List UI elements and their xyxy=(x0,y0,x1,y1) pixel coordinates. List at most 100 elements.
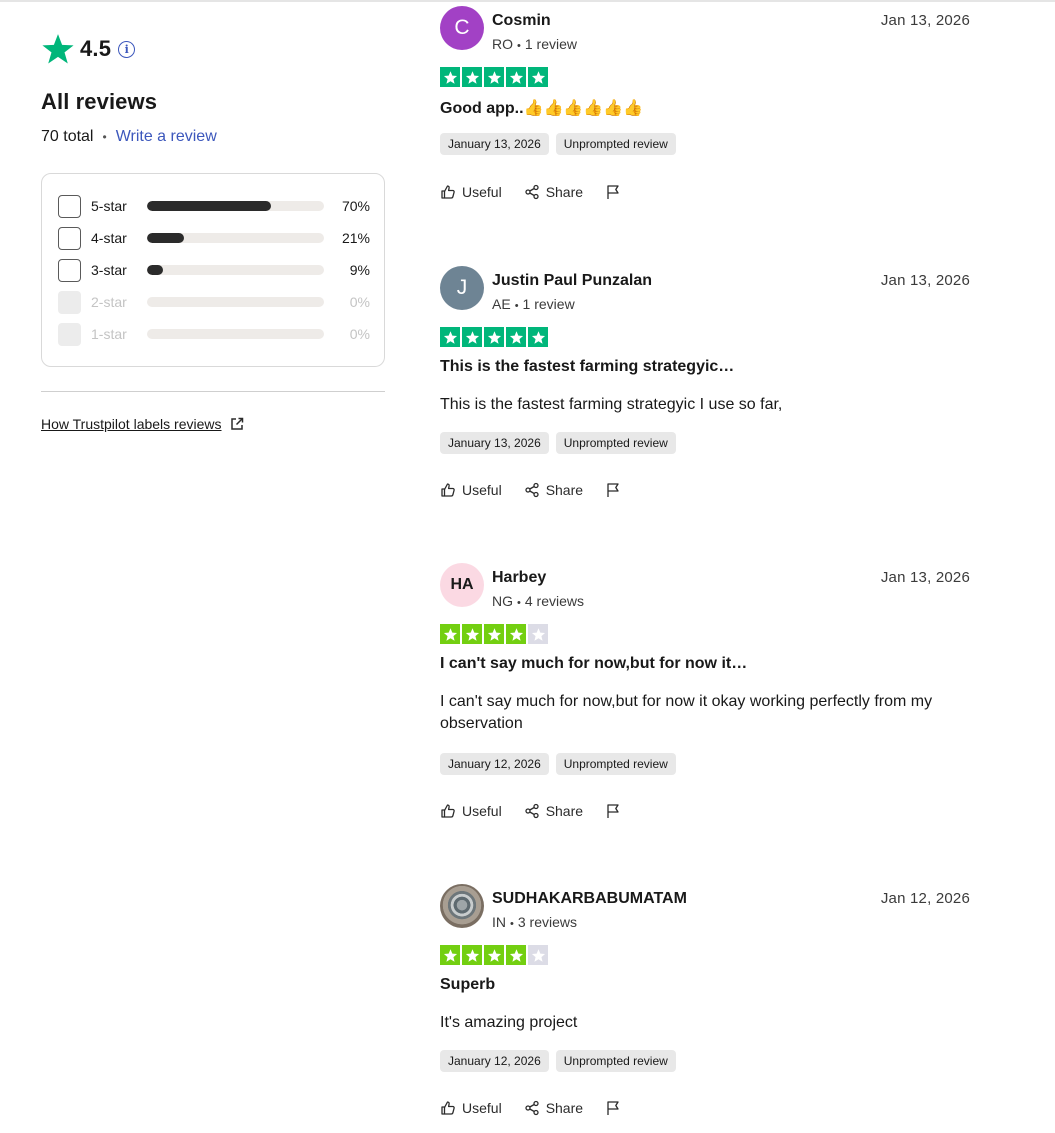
review-tags: January 12, 2026 Unprompted review xyxy=(440,753,676,775)
unprompted-review-badge[interactable]: Unprompted review xyxy=(555,133,676,155)
distribution-bar xyxy=(147,265,324,275)
avatar[interactable]: J xyxy=(440,266,484,310)
distribution-percent: 70% xyxy=(341,198,370,214)
reviewer-name[interactable]: Cosmin xyxy=(492,12,551,30)
avatar[interactable]: HA xyxy=(440,563,484,607)
flag-icon xyxy=(607,1101,619,1115)
thumbs-up-icon xyxy=(441,483,455,497)
star-filter-label: 2-star xyxy=(91,294,127,310)
useful-button[interactable]: Useful xyxy=(440,803,502,819)
distribution-row-1-star: 1-star 0% xyxy=(58,322,370,346)
filled-star-icon xyxy=(440,945,460,965)
distribution-percent: 9% xyxy=(349,262,370,278)
useful-label[interactable]: Useful xyxy=(462,803,502,819)
review-title[interactable]: Superb xyxy=(440,976,495,994)
page-title: All reviews xyxy=(41,89,158,114)
star-filter-checkbox[interactable] xyxy=(58,194,81,218)
distribution-row-5-star[interactable]: 5-star 70% xyxy=(58,194,370,218)
info-icon[interactable]: i xyxy=(118,40,136,58)
review-title[interactable]: I can't say much for now,but for now it… xyxy=(440,655,747,673)
filled-star-icon xyxy=(506,945,526,965)
share-icon xyxy=(525,482,539,498)
share-button[interactable]: Share xyxy=(524,482,583,498)
separator-dot: • xyxy=(514,300,519,312)
share-button[interactable]: Share xyxy=(524,803,583,819)
share-label[interactable]: Share xyxy=(546,1100,583,1116)
how-labels-link-text[interactable]: How Trustpilot labels reviews xyxy=(41,416,222,432)
overall-rating: 4.5 i xyxy=(41,32,136,66)
review-body: It's amazing project xyxy=(440,1014,578,1031)
review-actions: Useful Share xyxy=(440,1100,621,1116)
review-title[interactable]: This is the fastest farming strategyic… xyxy=(440,358,734,376)
report-button[interactable] xyxy=(605,803,621,819)
review-tags: January 13, 2026 Unprompted review xyxy=(440,133,676,155)
star-rating xyxy=(440,945,548,965)
reviewer-meta: AE • 1 review xyxy=(492,296,575,312)
useful-label[interactable]: Useful xyxy=(462,1100,502,1116)
experience-date-badge: January 13, 2026 xyxy=(440,133,549,155)
useful-button[interactable]: Useful xyxy=(440,482,502,498)
filled-star-icon xyxy=(484,945,504,965)
useful-label[interactable]: Useful xyxy=(462,184,502,200)
review-title[interactable]: Good app..👍👍👍👍👍👍 xyxy=(440,98,643,118)
useful-button[interactable]: Useful xyxy=(440,184,502,200)
reviewer-review-count: 3 reviews xyxy=(517,914,577,930)
reviewer-country: RO xyxy=(492,36,513,52)
star-filter-checkbox[interactable] xyxy=(58,226,81,250)
review-date: Jan 13, 2026 xyxy=(880,12,970,29)
review-tags: January 12, 2026 Unprompted review xyxy=(440,1050,676,1072)
review-tags: January 13, 2026 Unprompted review xyxy=(440,432,676,454)
share-button[interactable]: Share xyxy=(524,184,583,200)
review-date: Jan 13, 2026 xyxy=(880,569,970,586)
share-label[interactable]: Share xyxy=(546,482,583,498)
review-date: Jan 12, 2026 xyxy=(880,890,970,907)
experience-date-badge: January 12, 2026 xyxy=(440,753,549,775)
avatar[interactable]: C xyxy=(440,6,484,50)
sidebar-divider xyxy=(41,391,385,392)
avatar[interactable] xyxy=(440,884,484,928)
unprompted-review-badge[interactable]: Unprompted review xyxy=(555,1050,676,1072)
how-labels-link[interactable]: How Trustpilot labels reviews xyxy=(41,416,245,432)
distribution-row-3-star[interactable]: 3-star 9% xyxy=(58,258,370,282)
unprompted-review-badge[interactable]: Unprompted review xyxy=(555,753,676,775)
distribution-row-4-star[interactable]: 4-star 21% xyxy=(58,226,370,250)
separator-dot: • xyxy=(517,597,521,609)
separator-dot: • xyxy=(510,918,514,930)
star-filter-label: 5-star xyxy=(91,198,127,214)
reviewer-country: NG xyxy=(492,593,513,609)
filled-star-icon xyxy=(484,327,504,347)
report-button[interactable] xyxy=(605,184,621,200)
experience-date-badge: January 13, 2026 xyxy=(440,432,549,454)
filled-star-icon xyxy=(440,327,460,347)
filled-star-icon xyxy=(462,624,482,644)
report-button[interactable] xyxy=(605,1100,621,1116)
unprompted-review-badge[interactable]: Unprompted review xyxy=(555,432,676,454)
report-button[interactable] xyxy=(605,482,621,498)
reviewer-name[interactable]: Harbey xyxy=(492,569,546,587)
reviewer-name[interactable]: Justin Paul Punzalan xyxy=(492,272,652,290)
share-label[interactable]: Share xyxy=(546,184,583,200)
star-filter-checkbox[interactable] xyxy=(58,258,81,282)
filled-star-icon xyxy=(528,67,548,87)
flag-icon xyxy=(607,483,619,497)
distribution-percent: 0% xyxy=(349,294,370,310)
thumbs-up-icon xyxy=(441,1101,455,1115)
flag-icon xyxy=(607,804,619,818)
thumbs-up-icon xyxy=(441,185,455,199)
star-rating xyxy=(440,327,548,347)
distribution-bar xyxy=(147,201,324,211)
star-rating xyxy=(440,624,548,644)
filled-star-icon xyxy=(462,67,482,87)
star-filter-label: 3-star xyxy=(91,262,127,278)
useful-label[interactable]: Useful xyxy=(462,482,502,498)
review-actions: Useful Share xyxy=(440,803,621,819)
filled-star-icon xyxy=(440,624,460,644)
useful-button[interactable]: Useful xyxy=(440,1100,502,1116)
rating-value: 4.5 xyxy=(80,36,112,61)
share-button[interactable]: Share xyxy=(524,1100,583,1116)
write-review-link[interactable]: Write a review xyxy=(116,128,217,146)
empty-star-icon xyxy=(528,945,548,965)
share-label[interactable]: Share xyxy=(546,803,583,819)
review-body: I can't say much for now,but for now it … xyxy=(440,693,933,732)
reviewer-name[interactable]: SUDHAKARBABUMATAM xyxy=(492,890,687,908)
